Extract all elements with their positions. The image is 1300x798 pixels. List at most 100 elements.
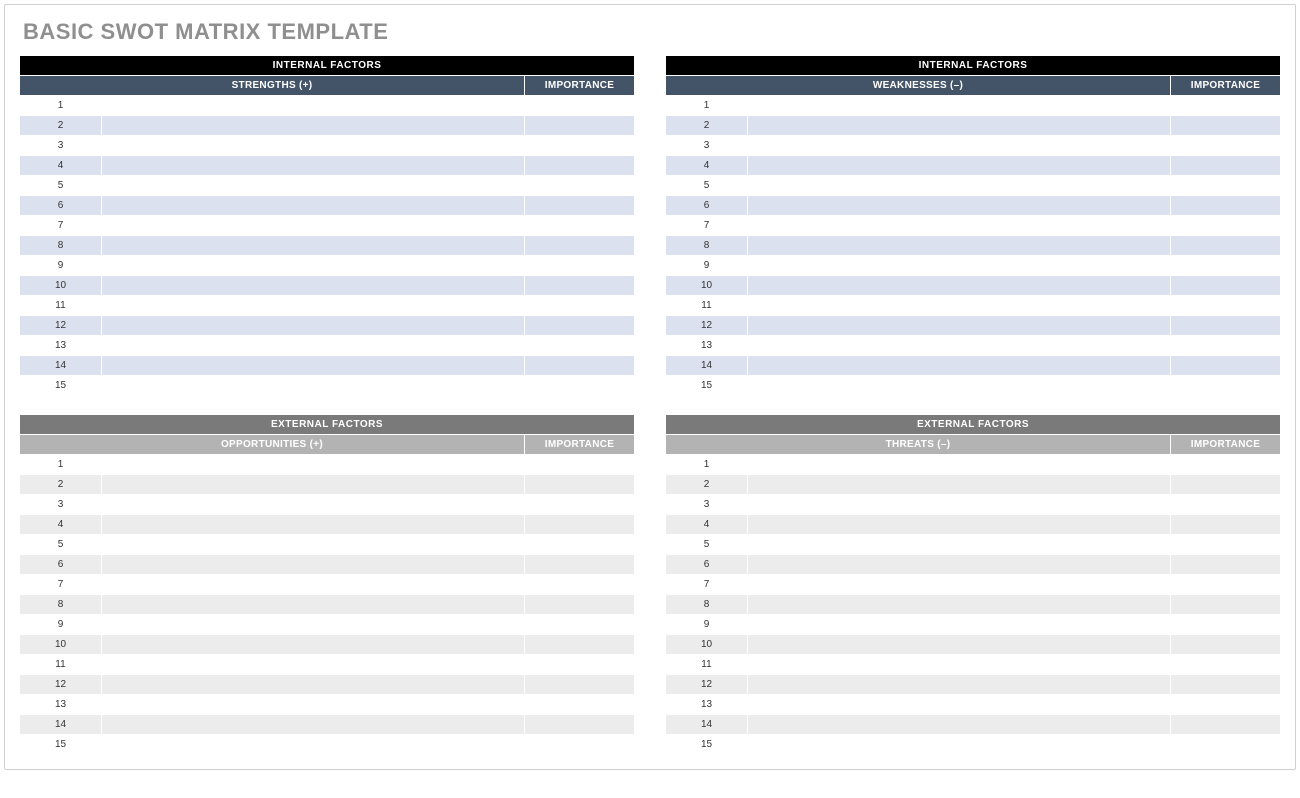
importance-cell[interactable]	[524, 176, 634, 196]
importance-cell[interactable]	[1170, 695, 1280, 715]
importance-cell[interactable]	[524, 455, 634, 475]
item-cell[interactable]	[748, 156, 1171, 176]
importance-cell[interactable]	[524, 296, 634, 316]
item-cell[interactable]	[748, 635, 1171, 655]
importance-cell[interactable]	[1170, 376, 1280, 396]
item-cell[interactable]	[748, 655, 1171, 675]
importance-cell[interactable]	[524, 715, 634, 735]
importance-cell[interactable]	[524, 555, 634, 575]
importance-cell[interactable]	[1170, 655, 1280, 675]
item-cell[interactable]	[102, 615, 525, 635]
item-cell[interactable]	[748, 495, 1171, 515]
importance-cell[interactable]	[524, 575, 634, 595]
item-cell[interactable]	[102, 715, 525, 735]
item-cell[interactable]	[748, 595, 1171, 615]
item-cell[interactable]	[748, 535, 1171, 555]
importance-cell[interactable]	[1170, 495, 1280, 515]
item-cell[interactable]	[102, 695, 525, 715]
importance-cell[interactable]	[1170, 296, 1280, 316]
importance-cell[interactable]	[1170, 735, 1280, 755]
importance-cell[interactable]	[1170, 276, 1280, 296]
item-cell[interactable]	[748, 216, 1171, 236]
item-cell[interactable]	[102, 316, 525, 336]
item-cell[interactable]	[748, 615, 1171, 635]
importance-cell[interactable]	[524, 635, 634, 655]
importance-cell[interactable]	[1170, 96, 1280, 116]
item-cell[interactable]	[748, 256, 1171, 276]
item-cell[interactable]	[102, 216, 525, 236]
importance-cell[interactable]	[1170, 176, 1280, 196]
item-cell[interactable]	[102, 475, 525, 495]
item-cell[interactable]	[102, 176, 525, 196]
importance-cell[interactable]	[1170, 615, 1280, 635]
item-cell[interactable]	[748, 555, 1171, 575]
importance-cell[interactable]	[524, 495, 634, 515]
item-cell[interactable]	[102, 735, 525, 755]
item-cell[interactable]	[748, 356, 1171, 376]
importance-cell[interactable]	[1170, 715, 1280, 735]
item-cell[interactable]	[748, 316, 1171, 336]
item-cell[interactable]	[102, 515, 525, 535]
item-cell[interactable]	[102, 356, 525, 376]
item-cell[interactable]	[102, 116, 525, 136]
importance-cell[interactable]	[1170, 136, 1280, 156]
importance-cell[interactable]	[1170, 256, 1280, 276]
importance-cell[interactable]	[524, 236, 634, 256]
importance-cell[interactable]	[524, 615, 634, 635]
item-cell[interactable]	[102, 236, 525, 256]
importance-cell[interactable]	[1170, 515, 1280, 535]
importance-cell[interactable]	[524, 336, 634, 356]
item-cell[interactable]	[102, 535, 525, 555]
item-cell[interactable]	[748, 296, 1171, 316]
importance-cell[interactable]	[1170, 236, 1280, 256]
item-cell[interactable]	[748, 376, 1171, 396]
importance-cell[interactable]	[1170, 635, 1280, 655]
item-cell[interactable]	[102, 156, 525, 176]
importance-cell[interactable]	[524, 156, 634, 176]
importance-cell[interactable]	[1170, 116, 1280, 136]
item-cell[interactable]	[102, 136, 525, 156]
item-cell[interactable]	[748, 136, 1171, 156]
item-cell[interactable]	[748, 475, 1171, 495]
importance-cell[interactable]	[1170, 356, 1280, 376]
item-cell[interactable]	[748, 735, 1171, 755]
importance-cell[interactable]	[1170, 675, 1280, 695]
importance-cell[interactable]	[524, 735, 634, 755]
importance-cell[interactable]	[1170, 455, 1280, 475]
importance-cell[interactable]	[1170, 316, 1280, 336]
importance-cell[interactable]	[524, 595, 634, 615]
importance-cell[interactable]	[1170, 535, 1280, 555]
item-cell[interactable]	[748, 336, 1171, 356]
importance-cell[interactable]	[524, 316, 634, 336]
importance-cell[interactable]	[1170, 156, 1280, 176]
item-cell[interactable]	[748, 276, 1171, 296]
item-cell[interactable]	[102, 555, 525, 575]
item-cell[interactable]	[748, 455, 1171, 475]
item-cell[interactable]	[102, 495, 525, 515]
item-cell[interactable]	[102, 595, 525, 615]
importance-cell[interactable]	[1170, 336, 1280, 356]
item-cell[interactable]	[102, 635, 525, 655]
item-cell[interactable]	[748, 196, 1171, 216]
item-cell[interactable]	[748, 515, 1171, 535]
item-cell[interactable]	[102, 455, 525, 475]
importance-cell[interactable]	[524, 376, 634, 396]
item-cell[interactable]	[748, 715, 1171, 735]
item-cell[interactable]	[102, 655, 525, 675]
item-cell[interactable]	[102, 276, 525, 296]
importance-cell[interactable]	[1170, 196, 1280, 216]
item-cell[interactable]	[102, 256, 525, 276]
importance-cell[interactable]	[524, 216, 634, 236]
importance-cell[interactable]	[1170, 555, 1280, 575]
item-cell[interactable]	[102, 296, 525, 316]
item-cell[interactable]	[102, 196, 525, 216]
importance-cell[interactable]	[524, 515, 634, 535]
item-cell[interactable]	[748, 695, 1171, 715]
importance-cell[interactable]	[524, 356, 634, 376]
importance-cell[interactable]	[1170, 595, 1280, 615]
item-cell[interactable]	[748, 96, 1171, 116]
item-cell[interactable]	[102, 336, 525, 356]
item-cell[interactable]	[102, 376, 525, 396]
importance-cell[interactable]	[524, 96, 634, 116]
importance-cell[interactable]	[524, 256, 634, 276]
